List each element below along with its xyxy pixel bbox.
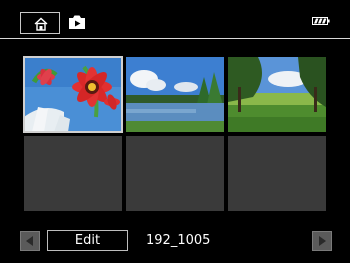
thumbnail-1[interactable] bbox=[23, 56, 123, 133]
red-flower-photo bbox=[24, 57, 122, 132]
previous-button[interactable] bbox=[20, 231, 40, 251]
lake-landscape-photo bbox=[126, 57, 224, 132]
camera-play-icon bbox=[69, 15, 85, 29]
folder-name: 192_1005 bbox=[146, 233, 211, 248]
thumbnail-empty-6 bbox=[228, 136, 326, 211]
field-trees-photo bbox=[228, 57, 326, 132]
thumbnail-empty-4 bbox=[24, 136, 122, 211]
right-arrow-icon bbox=[319, 236, 326, 246]
top-bar bbox=[0, 0, 350, 40]
battery-icon bbox=[312, 17, 330, 25]
thumbnail-2[interactable] bbox=[126, 57, 224, 132]
header-divider bbox=[0, 38, 350, 39]
home-icon bbox=[34, 17, 48, 31]
bottom-bar: Edit 192_1005 bbox=[0, 228, 350, 254]
thumbnail-3[interactable] bbox=[228, 57, 326, 132]
next-button[interactable] bbox=[312, 231, 332, 251]
edit-button[interactable]: Edit bbox=[47, 230, 128, 251]
left-arrow-icon bbox=[26, 236, 33, 246]
thumbnail-grid bbox=[23, 56, 326, 211]
home-button[interactable] bbox=[20, 12, 60, 34]
thumbnail-empty-5 bbox=[126, 136, 224, 211]
